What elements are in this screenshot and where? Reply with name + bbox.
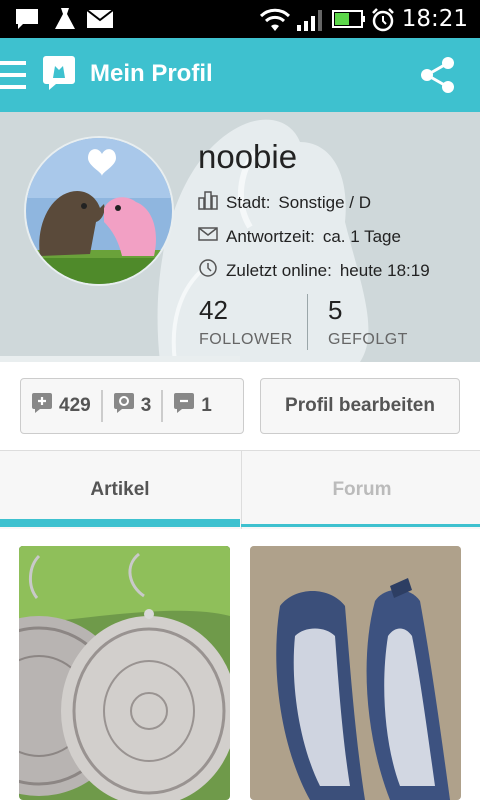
clock-icon <box>198 258 218 283</box>
city-row: Stadt: Sonstige / D <box>198 190 371 215</box>
edit-profile-button[interactable]: Profil bearbeiten <box>260 378 460 434</box>
signal-icon <box>296 7 326 38</box>
last-online-row: Zuletzt online: heute 18:19 <box>198 258 430 283</box>
negative-count: 1 <box>201 395 212 416</box>
last-online-label: Zuletzt online: <box>226 260 332 280</box>
profile-actions: 429 3 1 Profil bearbeiten <box>0 362 480 451</box>
neutral-ratings[interactable]: 3 <box>100 390 162 422</box>
last-online-value: heute 18:19 <box>339 260 430 280</box>
plus-bubble-icon <box>31 392 53 420</box>
city-icon <box>198 190 218 215</box>
negative-ratings[interactable]: 1 <box>161 390 222 422</box>
avatar[interactable] <box>24 136 174 286</box>
menu-icon[interactable] <box>0 58 28 97</box>
app-logo-icon <box>42 54 76 97</box>
minus-bubble-icon <box>173 392 195 420</box>
mail-icon <box>86 7 114 36</box>
followers-count[interactable]: 42 <box>199 295 228 326</box>
status-time: 18:21 <box>401 6 468 32</box>
envelope-icon <box>198 224 218 249</box>
app-bar: Mein Profil <box>0 38 480 112</box>
neutral-bubble-icon <box>113 392 135 420</box>
chat-notification-icon <box>14 7 40 36</box>
share-icon[interactable] <box>418 55 458 100</box>
following-label[interactable]: GEFOLGT <box>328 331 408 349</box>
positive-count: 429 <box>59 395 91 416</box>
ratings-box[interactable]: 429 3 1 <box>20 378 244 434</box>
active-tab-indicator <box>0 519 240 527</box>
article-tile-shoes[interactable] <box>250 546 461 800</box>
followers-label[interactable]: FOLLOWER <box>199 331 293 349</box>
tab-forum[interactable]: Forum <box>241 451 480 529</box>
positive-ratings[interactable]: 429 <box>21 379 101 433</box>
neutral-count: 3 <box>140 395 152 416</box>
response-time-row: Antwortzeit: ca. 1 Tage <box>198 224 401 249</box>
tab-artikel[interactable]: Artikel <box>0 451 240 529</box>
response-time-value: ca. 1 Tage <box>322 226 401 246</box>
tab-underline <box>241 524 480 527</box>
battery-icon <box>332 7 366 36</box>
status-bar: 18:21 <box>0 0 480 38</box>
page-title: Mein Profil <box>90 60 213 87</box>
article-tile-earrings[interactable] <box>19 546 230 800</box>
dress-icon <box>52 7 78 36</box>
username: noobie <box>198 138 298 175</box>
stats-divider <box>307 294 308 350</box>
response-time-label: Antwortzeit: <box>226 226 315 246</box>
alarm-icon <box>370 7 396 38</box>
city-label: Stadt: <box>226 192 271 212</box>
city-value: Sonstige / D <box>278 192 372 212</box>
wifi-icon <box>258 7 292 38</box>
following-count[interactable]: 5 <box>328 295 342 326</box>
content-tabs: Artikel Forum <box>0 451 480 529</box>
